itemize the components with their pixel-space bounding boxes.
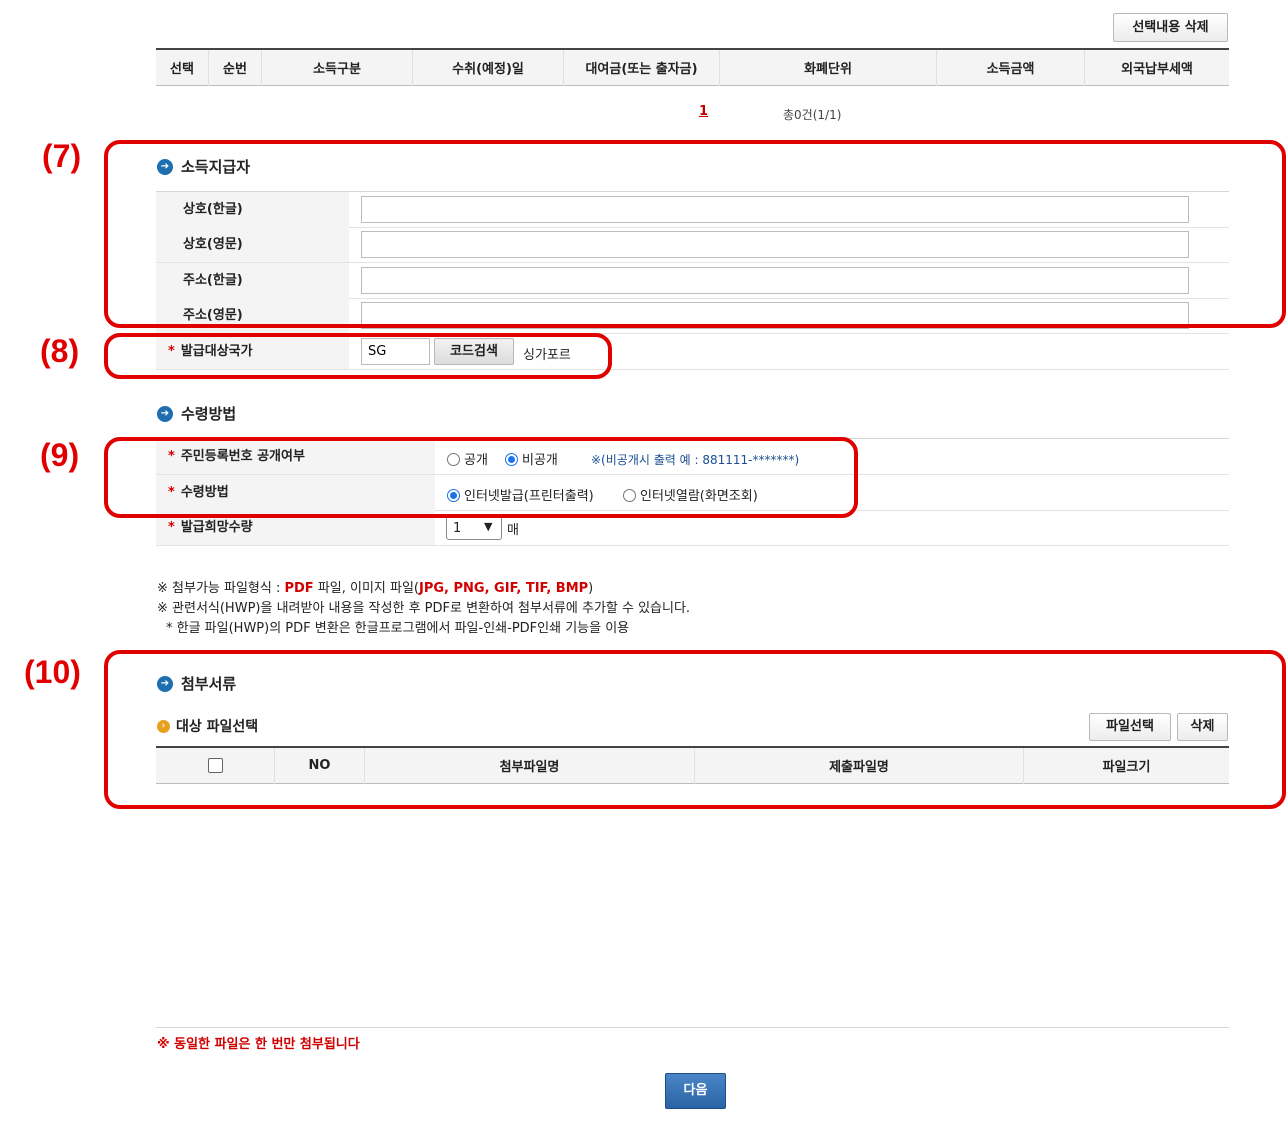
note-line1-types: JPG, PNG, GIF, TIF, BMP xyxy=(419,581,589,596)
footer-divider xyxy=(156,1027,1229,1028)
highlight-box-10 xyxy=(104,650,1286,809)
col-income-type: 소득구분 xyxy=(261,49,413,86)
col-seq: 순번 xyxy=(208,49,262,86)
col-income-amount: 소득금액 xyxy=(936,49,1085,86)
col-receipt-date: 수취(예정)일 xyxy=(412,49,564,86)
receipt-section-title: ➔ 수령방법 xyxy=(157,403,236,424)
quantity-select[interactable]: 1 ▼ xyxy=(446,516,502,540)
marker-9: (9) xyxy=(40,437,80,473)
note-hwp-convert: * 한글 파일(HWP)의 PDF 변환은 한글프로그램에서 파일-인쇄-PDF… xyxy=(166,621,630,636)
marker-8: (8) xyxy=(40,333,80,369)
next-button[interactable]: 다음 xyxy=(665,1073,726,1109)
marker-10: (10) xyxy=(24,654,81,690)
delete-selected-button[interactable]: 선택내용 삭제 xyxy=(1113,13,1228,42)
note-line1-mid: 파일, 이미지 파일( xyxy=(313,581,420,596)
income-table: 선택 순번 소득구분 수취(예정)일 대여금(또는 출자금) 화폐단위 소득금액… xyxy=(156,48,1229,86)
duplicate-warning: ※ 동일한 파일은 한 번만 첨부됩니다 xyxy=(157,1037,360,1052)
col-foreign-tax: 외국납부세액 xyxy=(1084,49,1229,86)
income-table-header: 선택 순번 소득구분 수취(예정)일 대여금(또는 출자금) 화폐단위 소득금액… xyxy=(156,49,1229,86)
page-link[interactable]: 1 xyxy=(699,104,708,119)
col-select: 선택 xyxy=(156,49,209,86)
note-line1-suffix: ) xyxy=(588,581,594,596)
required-mark: * xyxy=(168,520,175,535)
note-file-types: ※ 첨부가능 파일형식 : PDF 파일, 이미지 파일(JPG, PNG, G… xyxy=(157,579,593,599)
note-line1-pdf: PDF xyxy=(284,581,314,596)
marker-7: (7) xyxy=(42,138,82,174)
col-loan: 대여금(또는 출자금) xyxy=(563,49,720,86)
note-hwp-form: ※ 관련서식(HWP)을 내려받아 내용을 작성한 후 PDF로 변환하여 첨부… xyxy=(157,601,691,616)
col-currency: 화폐단위 xyxy=(719,49,937,86)
highlight-box-8 xyxy=(104,333,612,379)
highlight-box-7 xyxy=(104,140,1286,328)
page-total: 총0건(1/1) xyxy=(783,108,842,122)
arrow-circle-icon: ➔ xyxy=(157,405,173,422)
quantity-label-text: 발급희망수량 xyxy=(180,520,253,535)
quantity-unit: 매 xyxy=(507,523,519,538)
note-line1-prefix: ※ 첨부가능 파일형식 : xyxy=(157,581,285,596)
quantity-value: 1 xyxy=(453,521,462,536)
chevron-down-icon: ▼ xyxy=(484,520,493,533)
receipt-title-text: 수령방법 xyxy=(181,405,237,423)
highlight-box-9 xyxy=(104,437,858,518)
